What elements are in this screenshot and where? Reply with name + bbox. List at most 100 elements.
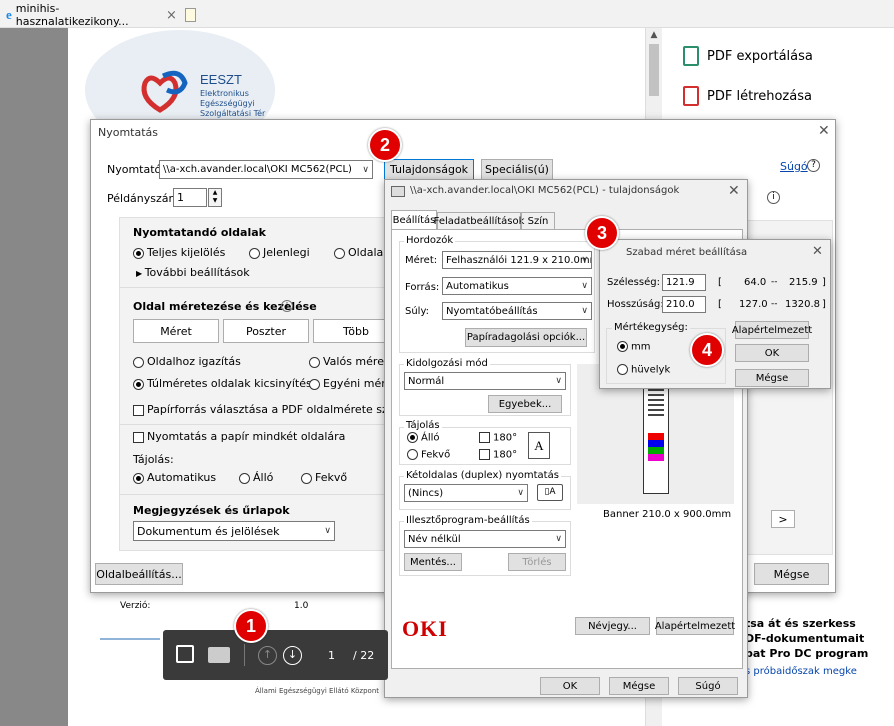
- radio-all[interactable]: Teljes kijelölés: [133, 246, 225, 259]
- close-tab-icon[interactable]: ×: [166, 8, 177, 23]
- width-input[interactable]: 121.9: [662, 274, 706, 291]
- save-button[interactable]: Mentés...: [404, 553, 462, 571]
- finish-select[interactable]: Normál ∨: [404, 372, 566, 390]
- chevron-right-icon: >: [778, 512, 788, 526]
- printer-select[interactable]: \\a-xch.avander.local\OKI MC562(PCL) ∨: [159, 160, 373, 179]
- radio-mm[interactable]: mm: [617, 341, 650, 353]
- custom-ok-button[interactable]: OK: [735, 344, 809, 362]
- pdf-export-item[interactable]: PDF exportálása: [683, 46, 813, 66]
- prev-page-icon[interactable]: ↑: [258, 646, 277, 665]
- radio-portrait[interactable]: Álló: [239, 471, 273, 484]
- weight-select[interactable]: Nyomtatóbeállítás ∨: [442, 302, 592, 320]
- new-tab-icon[interactable]: [184, 8, 196, 22]
- tab-setup[interactable]: Beállítás: [391, 210, 437, 230]
- chevron-down-icon: ∨: [517, 488, 524, 498]
- pdf-create-item[interactable]: PDF létrehozása: [683, 86, 812, 106]
- properties-button[interactable]: Tulajdonságok: [384, 159, 474, 180]
- tab-job[interactable]: Feladatbeállítások: [434, 212, 524, 230]
- radio-all-icon: [133, 247, 144, 259]
- props-default-button[interactable]: Alapértelmezett: [655, 617, 735, 635]
- height-label: Hosszúság:: [607, 299, 664, 310]
- help-icon[interactable]: ?: [807, 159, 820, 172]
- pdf-create-label: PDF létrehozása: [707, 88, 812, 104]
- props-check-180-b[interactable]: 180°: [479, 449, 517, 461]
- special-button[interactable]: Speciális(ú): [481, 159, 553, 180]
- radio-auto[interactable]: Automatikus: [133, 471, 216, 484]
- size-button[interactable]: Méret: [133, 319, 219, 343]
- radio-fit[interactable]: Oldalhoz igazítás: [133, 355, 241, 368]
- radio-fit-icon: [133, 356, 144, 368]
- duplex-checkbox[interactable]: Nyomtatás a papír mindkét oldalára: [133, 430, 345, 443]
- print-close-icon[interactable]: ✕: [818, 123, 830, 139]
- props-radio-landscape[interactable]: Fekvő: [407, 449, 450, 461]
- height-input[interactable]: 210.0: [662, 296, 706, 313]
- props-cancel-button[interactable]: Mégse: [609, 677, 669, 695]
- height-min: 127.0: [739, 299, 768, 310]
- promo-link[interactable]: s próbaidőszak megke: [745, 666, 857, 677]
- delete-button[interactable]: Törlés: [508, 553, 566, 571]
- chevron-down-icon: ∨: [581, 281, 588, 291]
- logo-line2: Egészségügyi: [200, 99, 255, 108]
- radio-actual[interactable]: Valós méret: [309, 355, 388, 368]
- custom-close-icon[interactable]: ✕: [812, 244, 823, 259]
- radio-current[interactable]: Jelenlegi: [249, 246, 310, 259]
- save-icon[interactable]: [176, 645, 194, 663]
- step-badge-3: 3: [585, 216, 619, 250]
- more-settings[interactable]: ▶ További beállítások: [136, 266, 250, 279]
- size-select[interactable]: Felhasználói 121.9 x 210.0mm...∨: [442, 251, 592, 269]
- print-icon[interactable]: [208, 647, 230, 663]
- width-min: 64.0: [744, 277, 767, 288]
- duplex-group-title: Kétoldalas (duplex) nyomtatás: [404, 470, 561, 481]
- page-setup-button[interactable]: Oldalbeállítás...: [95, 563, 183, 585]
- book-icon: ▯A: [537, 484, 563, 501]
- custom-default-button[interactable]: Alapértelmezett: [732, 321, 812, 339]
- comments-select[interactable]: Dokumentum és jelölések ∨: [133, 521, 335, 541]
- current-page[interactable]: 1: [328, 649, 335, 662]
- about-button[interactable]: Névjegy...: [575, 617, 650, 635]
- step-badge-4: 4: [690, 333, 724, 367]
- unit-group-title: Mértékegység:: [612, 322, 690, 333]
- tab-color[interactable]: Szín: [521, 212, 555, 230]
- source-select[interactable]: Automatikus ∨: [442, 277, 592, 295]
- properties-close-icon[interactable]: ✕: [728, 183, 740, 199]
- printer-label: Nyomtató:: [107, 163, 165, 176]
- preview-colors: [648, 433, 664, 461]
- paper-feed-button[interactable]: Papíradagolási opciók...: [465, 328, 587, 347]
- paper-source-checkbox[interactable]: Papírforrás választása a PDF oldalmérete…: [133, 403, 413, 416]
- help-link[interactable]: Súgó: [780, 160, 808, 173]
- orientation-page-icon: A: [528, 432, 550, 459]
- radio-pages[interactable]: Oldalak: [334, 246, 390, 259]
- copies-stepper[interactable]: ▲ ▼: [208, 188, 222, 207]
- props-radio-portrait[interactable]: Álló: [407, 432, 440, 444]
- triangle-right-icon: ▶: [136, 269, 145, 278]
- scroll-up-icon[interactable]: ▲: [646, 30, 662, 40]
- custom-cancel-button[interactable]: Mégse: [735, 369, 809, 387]
- duplex-select[interactable]: (Nincs) ∨: [404, 484, 528, 502]
- other-button[interactable]: Egyebek...: [488, 395, 562, 413]
- preview-caption: Banner 210.0 x 900.0mm: [603, 509, 732, 520]
- radio-landscape[interactable]: Fekvő: [301, 471, 347, 484]
- source-label: Forrás:: [405, 282, 440, 293]
- radio-shrink[interactable]: Túlméretes oldalak kicsinyítése: [133, 377, 318, 390]
- print-cancel-button[interactable]: Mégse: [754, 563, 829, 585]
- height-lbracket: [: [718, 299, 722, 310]
- pdf-export-icon: [683, 46, 699, 66]
- custom-size-dialog: Szabad méret beállítása ✕ Szélesség: 121…: [599, 239, 831, 389]
- next-page-icon[interactable]: ↓: [283, 646, 302, 665]
- scroll-thumb[interactable]: [649, 44, 659, 96]
- props-help-button[interactable]: Súgó: [678, 677, 738, 695]
- checkbox-icon: [479, 432, 490, 443]
- props-ok-button[interactable]: OK: [540, 677, 600, 695]
- browser-tab[interactable]: e minihis-hasznalatikezikony... ×: [6, 2, 196, 28]
- width-label: Szélesség:: [607, 277, 660, 288]
- props-check-180-a[interactable]: 180°: [479, 432, 517, 444]
- copies-input[interactable]: 1: [173, 188, 207, 207]
- height-dash: --: [771, 299, 778, 309]
- sizing-info-icon: i: [281, 300, 293, 312]
- promo-text3: bat Pro DC program: [745, 647, 869, 660]
- driver-select[interactable]: Név nélkül ∨: [404, 530, 566, 548]
- radio-portrait-icon: [407, 432, 418, 443]
- radio-inch[interactable]: hüvelyk: [617, 364, 670, 376]
- next-page-button[interactable]: >: [771, 510, 795, 528]
- poster-button[interactable]: Poszter: [223, 319, 309, 343]
